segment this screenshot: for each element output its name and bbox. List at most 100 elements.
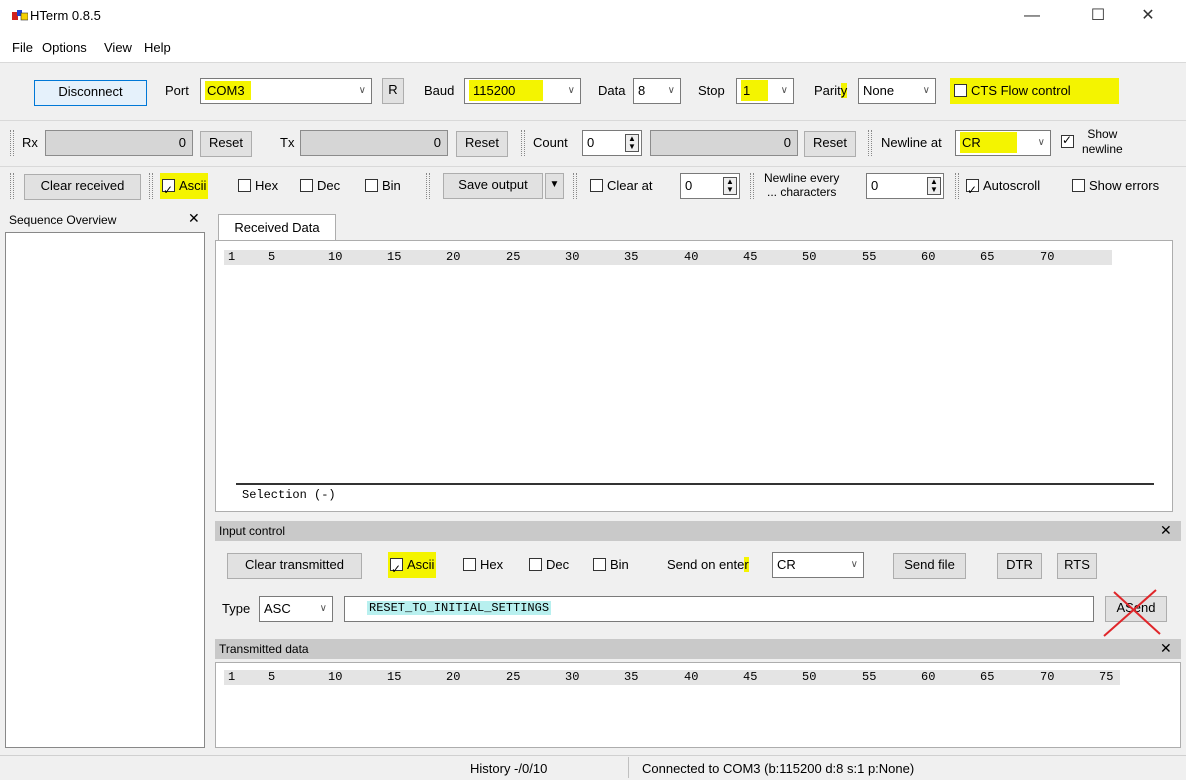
checkbox-icon (529, 558, 542, 571)
received-data-panel[interactable] (215, 240, 1173, 512)
newline-every-value: 0 (871, 178, 879, 193)
ruler-mark: 1 (228, 250, 236, 264)
menu-options[interactable]: Options (42, 40, 87, 55)
ruler-mark: 5 (268, 670, 276, 684)
tx-reset-button[interactable]: Reset (456, 131, 508, 157)
close-icon[interactable]: ✕ (1160, 640, 1172, 657)
minimize-button[interactable]: — (1010, 4, 1054, 30)
spin-arrows-icon[interactable]: ▲ ▼ (625, 134, 639, 152)
toolbar-grip-icon[interactable] (955, 173, 959, 199)
spin-arrows-icon[interactable]: ▲ ▼ (927, 177, 941, 195)
checkbox-icon (300, 179, 313, 192)
newline-every-spinner[interactable]: 0 ▲ ▼ (866, 173, 944, 199)
ascii-send-checkbox[interactable]: Ascii (388, 552, 437, 582)
toolbar-grip-icon[interactable] (750, 173, 754, 199)
close-icon[interactable]: ✕ (1160, 522, 1172, 539)
show-errors-checkbox[interactable]: Show errors (1072, 173, 1159, 199)
ruler-mark: 40 (684, 250, 699, 264)
ascii-receive-checkbox[interactable]: Ascii (160, 173, 209, 203)
ruler-mark: 10 (328, 670, 343, 684)
toolbar-grip-icon[interactable] (868, 130, 872, 156)
window-title: HTerm 0.8.5 (30, 8, 101, 23)
newline-every-line1: Newline every (764, 171, 840, 185)
checkbox-icon (463, 558, 476, 571)
hex-receive-checkbox[interactable]: Hex (238, 173, 278, 199)
autoscroll-checkbox[interactable]: Autoscroll (966, 173, 1040, 203)
connection-status: Connected to COM3 (b:115200 d:8 s:1 p:No… (642, 761, 915, 776)
bin-receive-checkbox[interactable]: Bin (365, 173, 401, 199)
toolbar-grip-icon[interactable] (521, 130, 525, 156)
chevron-down-icon: ∨ (780, 85, 788, 96)
chevron-down-icon: ∨ (922, 85, 930, 96)
send-file-button[interactable]: Send file (893, 553, 966, 579)
ruler-mark: 55 (862, 250, 877, 264)
stop-bits-select[interactable]: 1 ∨ (736, 78, 794, 104)
bin-label: Bin (610, 557, 629, 572)
show-newline-label: Show newline (1082, 127, 1123, 157)
checkbox-icon (1072, 179, 1085, 192)
bin-label: Bin (382, 178, 401, 193)
menu-help[interactable]: Help (144, 40, 171, 55)
hex-send-checkbox[interactable]: Hex (463, 552, 503, 578)
menu-file[interactable]: File (12, 40, 33, 55)
chevron-down-icon: ∨ (319, 603, 327, 614)
ruler-mark: 35 (624, 670, 639, 684)
cts-flow-control-checkbox[interactable]: CTS Flow control (950, 78, 1119, 104)
bin-send-checkbox[interactable]: Bin (593, 552, 629, 578)
type-select[interactable]: ASC ∨ (259, 596, 333, 622)
count-field: 0 (650, 130, 798, 156)
save-output-button[interactable]: Save output (443, 173, 543, 199)
send-input-field[interactable]: RESET_TO_INITIAL_SETTINGS (344, 596, 1094, 622)
data-bits-select[interactable]: 8 ∨ (633, 78, 681, 104)
dtr-button[interactable]: DTR (997, 553, 1042, 579)
clear-at-checkbox[interactable]: Clear at (590, 173, 653, 199)
disconnect-button[interactable]: Disconnect (34, 80, 147, 106)
transmitted-data-title: Transmitted data (219, 642, 309, 656)
spin-arrows-icon[interactable]: ▲ ▼ (723, 177, 737, 195)
port-select[interactable]: COM3 ∨ (200, 78, 372, 104)
baud-select[interactable]: 115200 ∨ (464, 78, 581, 104)
toolbar-grip-icon[interactable] (149, 173, 153, 199)
show-errors-label: Show errors (1089, 178, 1160, 193)
dec-send-checkbox[interactable]: Dec (529, 552, 569, 578)
baud-label: Baud (424, 83, 455, 98)
parity-select[interactable]: None ∨ (858, 78, 936, 104)
ruler-mark: 70 (1040, 250, 1055, 264)
chevron-down-icon: ∨ (1037, 137, 1045, 148)
input-control-header: Input control (215, 521, 1181, 541)
newline-at-select[interactable]: CR ∨ (955, 130, 1051, 156)
ruler-mark: 55 (862, 670, 877, 684)
maximize-button[interactable]: ☐ (1076, 4, 1120, 30)
close-window-button[interactable]: ✕ (1126, 4, 1170, 30)
ruler-mark: 5 (268, 250, 276, 264)
ruler-mark: 60 (921, 670, 936, 684)
dec-label: Dec (546, 557, 570, 572)
menu-view[interactable]: View (104, 40, 132, 55)
clear-transmitted-button[interactable]: Clear transmitted (227, 553, 362, 579)
rescan-ports-button[interactable]: R (382, 78, 404, 104)
chevron-down-icon: ∨ (567, 85, 575, 96)
count-reset-button[interactable]: Reset (804, 131, 856, 157)
tab-received-data[interactable]: Received Data (218, 214, 336, 241)
chevron-down-icon: ∨ (850, 559, 858, 570)
dec-receive-checkbox[interactable]: Dec (300, 173, 340, 199)
show-newline-line1: Show (1087, 127, 1118, 141)
toolbar-grip-icon[interactable] (426, 173, 430, 199)
hex-label: Hex (480, 557, 504, 572)
sequence-overview-list[interactable] (5, 232, 205, 748)
save-output-dropdown[interactable]: ▼ (545, 173, 564, 199)
count-spinner[interactable]: 0 ▲ ▼ (582, 130, 642, 156)
rx-reset-button[interactable]: Reset (200, 131, 252, 157)
send-on-enter-select[interactable]: CR ∨ (772, 552, 864, 578)
show-newline-checkbox[interactable] (1061, 133, 1078, 149)
toolbar-grip-icon[interactable] (10, 130, 14, 156)
close-icon[interactable]: ✕ (188, 210, 200, 227)
ruler-mark: 15 (387, 250, 402, 264)
ruler-mark: 30 (565, 250, 580, 264)
toolbar-grip-icon[interactable] (573, 173, 577, 199)
clear-received-button[interactable]: Clear received (24, 174, 141, 200)
rts-button[interactable]: RTS (1057, 553, 1097, 579)
data-bits-label: Data (598, 83, 626, 98)
toolbar-grip-icon[interactable] (10, 173, 14, 199)
clear-at-spinner[interactable]: 0 ▲ ▼ (680, 173, 740, 199)
